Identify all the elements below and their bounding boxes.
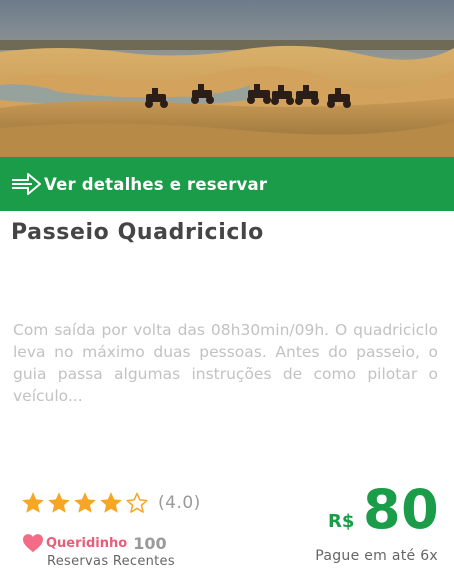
star-filled-icon	[74, 492, 96, 513]
star-filled-icon	[48, 492, 70, 513]
details-and-book-label: Ver detalhes e reservar	[44, 174, 268, 194]
rating-value: (4.0)	[158, 493, 201, 513]
price-currency: R$	[328, 511, 355, 532]
rating: (4.0)	[20, 490, 201, 516]
star-filled-icon	[100, 492, 122, 513]
star-empty-icon	[126, 492, 148, 513]
tour-description: Com saída por volta das 08h30min/09h. O …	[13, 321, 438, 405]
details-and-book-button[interactable]: Ver detalhes e reservar	[0, 157, 454, 211]
favorite-badge: Queridinho 100	[22, 533, 167, 553]
tour-title: Passeio Quadriciclo	[11, 220, 264, 245]
hero-image[interactable]	[0, 0, 454, 157]
recent-bookings-label: Reservas Recentes	[47, 554, 175, 569]
star-filled-icon	[22, 492, 44, 513]
arrow-right-icon	[10, 170, 42, 198]
installments-label: Pague em até 6x	[315, 548, 438, 564]
price-amount: 80	[363, 478, 440, 541]
heart-icon	[23, 534, 43, 553]
favorite-count: 100	[133, 533, 167, 553]
tour-card[interactable]: Ver detalhes e reservar Passeio Quadrici…	[0, 0, 454, 580]
favorite-label: Queridinho	[46, 535, 128, 551]
